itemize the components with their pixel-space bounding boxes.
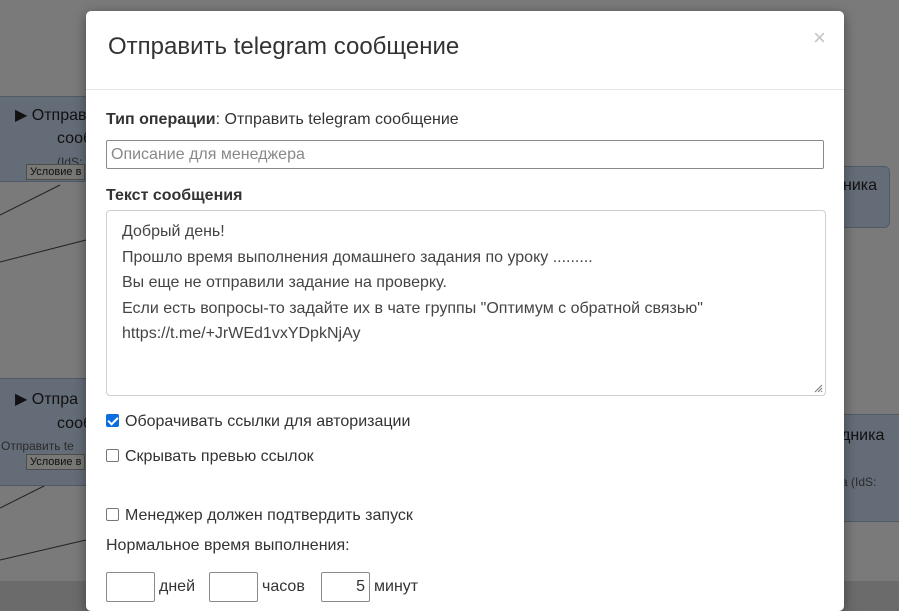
wrap-links-option[interactable]: Оборачивать ссылки для авторизации xyxy=(106,411,410,433)
manager-confirm-label: Менеджер должен подтвердить запуск xyxy=(125,507,413,524)
message-line: Если есть вопросы-то задайте их в чате г… xyxy=(122,299,703,317)
hours-input[interactable] xyxy=(209,572,258,602)
modal-title: Отправить telegram сообщение xyxy=(108,33,460,60)
wrap-links-label: Оборачивать ссылки для авторизации xyxy=(125,413,411,430)
manager-description-input[interactable] xyxy=(106,140,824,169)
normal-time-label: Нормальное время выполнения: xyxy=(106,537,350,554)
close-icon[interactable]: × xyxy=(813,27,826,49)
message-text-label: Текст сообщения xyxy=(106,187,243,204)
message-line: https://t.me/+JrWEd1vxYDpkNjAy xyxy=(122,325,361,342)
manager-confirm-checkbox[interactable] xyxy=(106,508,119,521)
operation-type-label: Тип операции xyxy=(106,111,216,128)
send-telegram-dialog: Отправить telegram сообщение × Тип опера… xyxy=(86,11,844,611)
message-line: Добрый день! xyxy=(122,223,225,240)
wrap-links-checkbox[interactable] xyxy=(106,414,119,427)
hide-preview-checkbox[interactable] xyxy=(106,449,119,462)
hide-preview-option[interactable]: Скрывать превью ссылок xyxy=(106,446,314,468)
message-line: Прошло время выполнения домашнего задани… xyxy=(122,248,593,266)
minutes-input[interactable]: 5 xyxy=(321,572,370,602)
resize-grip-icon[interactable] xyxy=(814,384,823,393)
hide-preview-label: Скрывать превью ссылок xyxy=(125,448,314,465)
modal-body: Тип операции: Отправить telegram сообщен… xyxy=(106,109,826,602)
days-input[interactable] xyxy=(106,572,155,602)
operation-type: Тип операции: Отправить telegram сообщен… xyxy=(106,109,826,131)
message-line: Вы еще не отправили задание на проверку. xyxy=(122,274,447,291)
message-textarea[interactable]: Добрый день! Прошло время выполнения дом… xyxy=(106,210,826,396)
modal-header: Отправить telegram сообщение × xyxy=(86,11,844,90)
operation-type-value: : Отправить telegram сообщение xyxy=(215,111,459,128)
manager-confirm-option[interactable]: Менеджер должен подтвердить запуск xyxy=(106,505,413,527)
